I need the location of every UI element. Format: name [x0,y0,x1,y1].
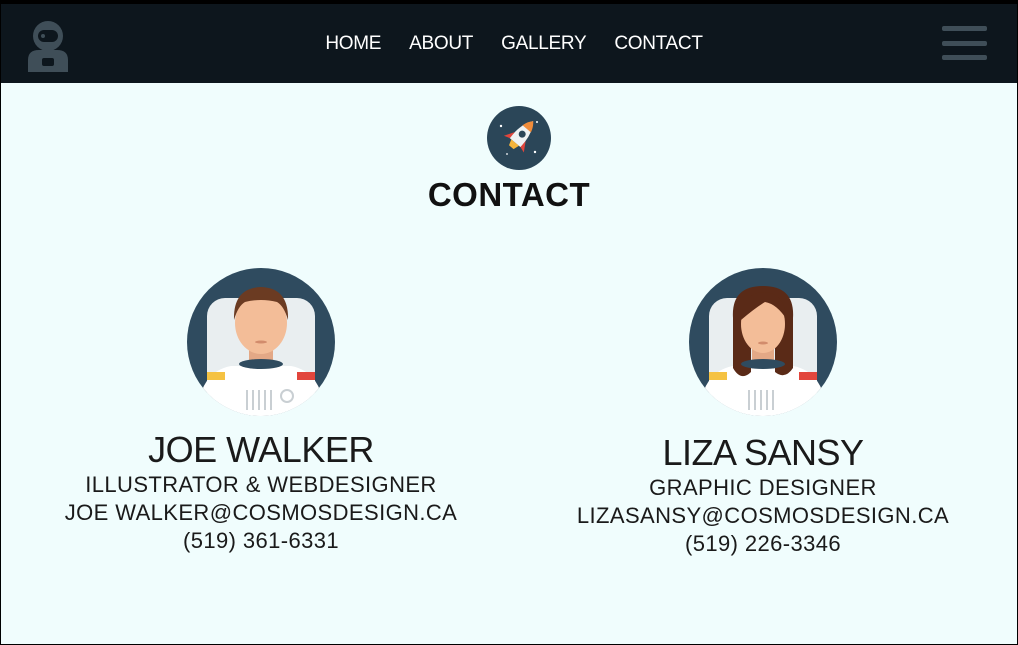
hamburger-menu-icon[interactable] [942,26,987,60]
male-astronaut-avatar [187,268,335,416]
contact-card-liza: LIZA SANSY GRAPHIC DESIGNER LIZASANSY@CO… [541,268,985,558]
nav-link-about[interactable]: ABOUT [409,33,473,55]
nav-link-home[interactable]: HOME [325,33,381,55]
top-navbar: HOME ABOUT GALLERY CONTACT [1,4,1017,83]
contact-name: JOE WALKER [148,429,374,470]
main-navigation: HOME ABOUT GALLERY CONTACT [1,4,1017,83]
contact-email[interactable]: JOE WALKER@COSMOSDESIGN.CA [31,499,491,527]
contact-name: LIZA SANSY [662,432,864,473]
nav-link-contact[interactable]: CONTACT [614,33,703,55]
contact-email[interactable]: LIZASANSY@COSMOSDESIGN.CA [541,502,985,530]
page-frame: HOME ABOUT GALLERY CONTACT CONTACT JOE W… [1,4,1017,644]
rocket-icon [487,106,551,170]
contact-phone[interactable]: (519) 361-6331 [31,527,491,555]
contact-role: GRAPHIC DESIGNER [649,475,877,500]
contact-role: ILLUSTRATOR & WEBDESIGNER [85,472,437,497]
contact-card-joe: JOE WALKER ILLUSTRATOR & WEBDESIGNER JOE… [31,268,491,555]
nav-link-gallery[interactable]: GALLERY [501,33,587,55]
female-astronaut-avatar [689,268,837,416]
contact-phone[interactable]: (519) 226-3346 [541,530,985,558]
page-title: CONTACT [427,176,591,213]
